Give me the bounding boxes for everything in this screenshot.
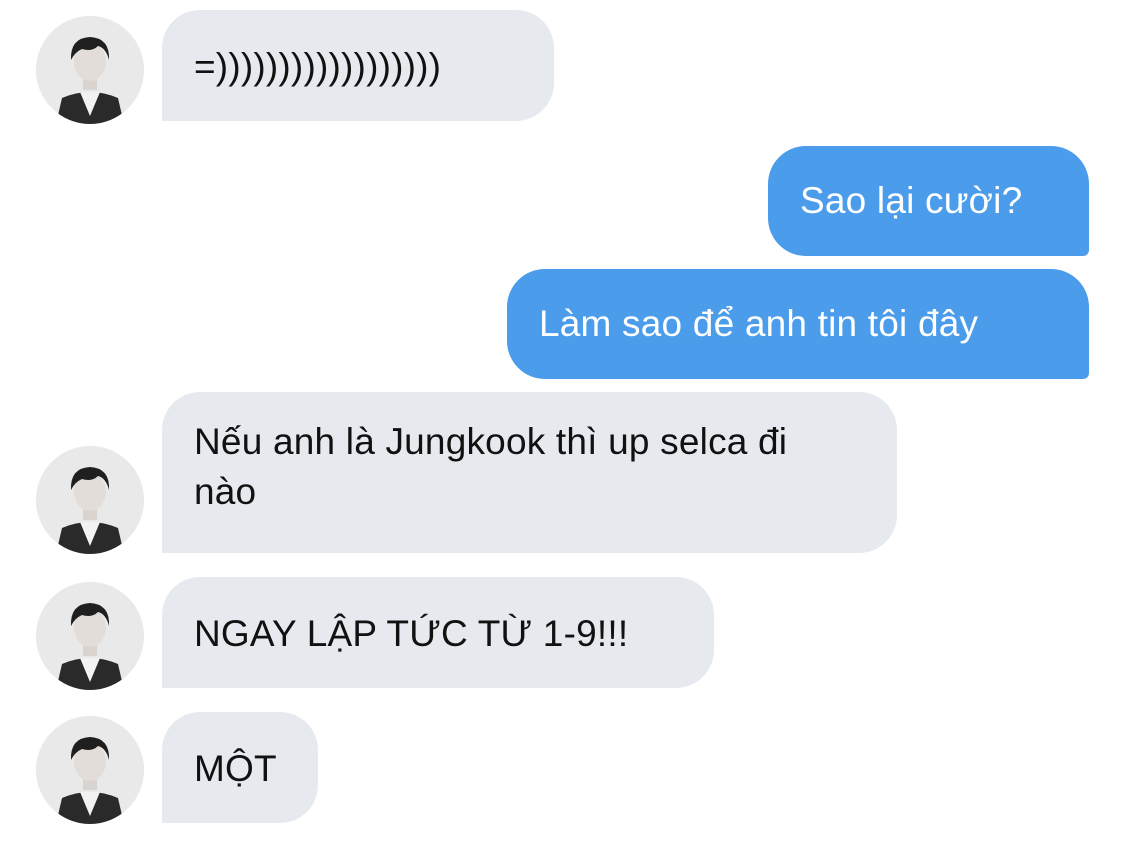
message-bubble-incoming[interactable]: NGAY LẬP TỨC TỪ 1-9!!!	[162, 577, 714, 688]
message-text: Sao lại cười?	[800, 180, 1023, 221]
contact-avatar-icon[interactable]	[36, 716, 144, 824]
chat-thread: =)))))))))))))))))) Sao lại cười? Làm sa…	[0, 0, 1125, 841]
contact-avatar-icon[interactable]	[36, 582, 144, 690]
message-text: Làm sao để anh tin tôi đây	[539, 303, 979, 344]
message-text: NGAY LẬP TỨC TỪ 1-9!!!	[194, 613, 629, 654]
message-text: =))))))))))))))))))	[194, 46, 442, 87]
message-bubble-incoming[interactable]: MỘT	[162, 712, 318, 823]
contact-avatar-icon[interactable]	[36, 446, 144, 554]
message-bubble-incoming[interactable]: =))))))))))))))))))	[162, 10, 554, 121]
message-bubble-outgoing[interactable]: Làm sao để anh tin tôi đây	[507, 269, 1089, 379]
message-bubble-incoming[interactable]: Nếu anh là Jungkook thì up selca đi nào	[162, 392, 897, 553]
message-text: Nếu anh là Jungkook thì up selca đi nào	[194, 421, 788, 512]
contact-avatar-icon[interactable]	[36, 16, 144, 124]
message-text: MỘT	[194, 748, 277, 789]
message-bubble-outgoing[interactable]: Sao lại cười?	[768, 146, 1089, 256]
